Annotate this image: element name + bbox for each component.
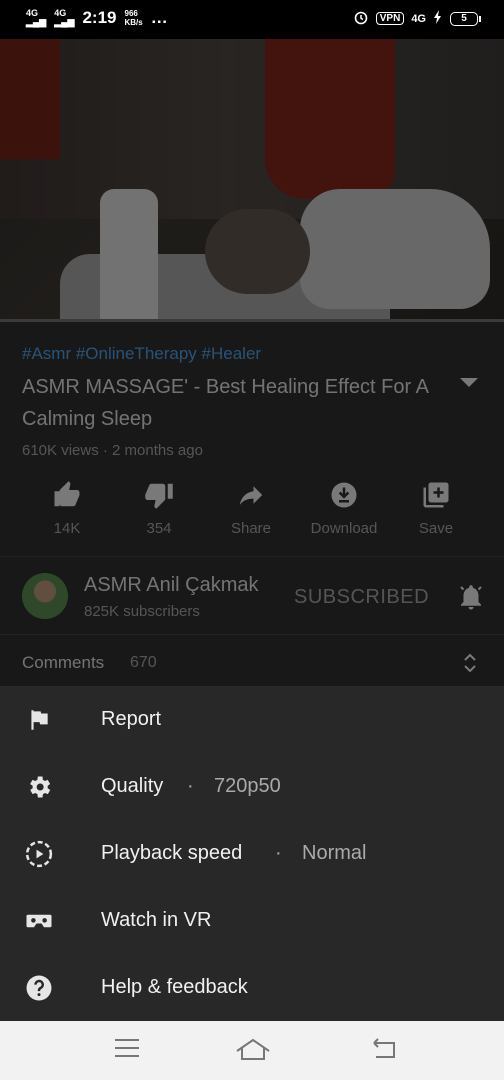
channel-avatar[interactable] [22,573,68,619]
menu-item-label: Watch in VR [101,909,212,931]
signal-1-icon: 4G ▂▄▆ [26,8,47,27]
menu-item-quality[interactable]: Quality · 720p50 [0,753,504,820]
video-player[interactable] [0,39,504,321]
menu-item-help-feedback[interactable]: Help & feedback [0,954,504,1021]
help-icon [24,973,54,1003]
download-button[interactable]: Download [298,478,390,537]
expand-description-icon[interactable] [460,378,478,387]
comments-header[interactable]: Comments 670 [0,640,504,686]
menu-item-playback-speed[interactable]: Playback speed · Normal [0,820,504,887]
status-bar: 4G ▂▄▆ 4G ▂▄▆ 2:19 966 KB/s … VPN 4G 5 [0,0,504,39]
menu-icon[interactable] [114,1037,140,1064]
save-button[interactable]: Save [390,478,482,537]
alarm-icon [353,9,369,28]
save-icon [390,478,482,512]
download-label: Download [310,520,378,537]
signal-2-icon: 4G ▂▄▆ [54,8,75,27]
menu-item-label: Report [101,708,162,730]
menu-item-report[interactable]: Report [0,686,504,753]
notification-bell-icon[interactable] [456,582,486,617]
menu-item-label: Quality [101,775,164,797]
vpn-badge: VPN [375,12,405,25]
video-title: ASMR MASSAGE' - Best Healing Effect For … [22,376,428,430]
clock: 2:19 [82,8,117,27]
separator-dot: · [187,775,194,797]
home-icon[interactable] [235,1037,271,1066]
flag-icon [24,705,54,735]
more-notifications: … [150,8,168,27]
channel-row[interactable]: ASMR Anil Çakmak 825K subscribers SUBSCR… [0,560,504,632]
separator-dot: · [275,842,282,864]
menu-item-label: Help & feedback [101,976,248,998]
save-label: Save [418,520,454,537]
expand-comments-icon[interactable] [462,652,478,679]
comments-label: Comments [22,653,105,672]
system-navigation-bar [0,1021,504,1080]
back-icon[interactable] [370,1037,398,1064]
gear-icon [24,772,54,802]
subscriber-count: 825K subscribers [84,603,200,620]
action-bar: 14K 354 Share Download Save [0,478,504,548]
like-button[interactable]: 14K [21,478,113,537]
comments-count: 670 [130,654,157,671]
network-type: 4G [411,12,426,25]
video-progress-bar[interactable] [0,319,504,322]
charging-icon [433,10,443,27]
battery-icon: 5 [450,11,481,26]
playback-speed-value: Normal [302,842,367,864]
thumb-down-icon [113,478,205,512]
share-button[interactable]: Share [205,478,297,537]
share-icon [205,478,297,512]
dislike-count: 354 [146,520,172,537]
thumb-up-icon [21,478,113,512]
subscribed-button[interactable]: SUBSCRIBED [294,586,429,609]
video-meta: 610K views · 2 months ago [22,442,203,459]
dislike-button[interactable]: 354 [113,478,205,537]
divider [0,634,504,635]
options-bottom-sheet: Report Quality · 720p50 Playback speed ·… [0,686,504,1021]
network-speed: 966 KB/s [124,9,143,27]
menu-item-label: Playback speed [101,842,243,864]
playback-speed-icon [24,839,54,869]
download-icon [298,478,390,512]
divider [0,556,504,557]
share-label: Share [230,520,272,537]
channel-name[interactable]: ASMR Anil Çakmak [84,574,259,597]
like-count: 14K [53,520,81,537]
vr-headset-icon [24,906,54,936]
hashtags[interactable]: #Asmr #OnlineTherapy #Healer [22,344,261,364]
quality-value: 720p50 [214,775,281,797]
menu-item-watch-in-vr[interactable]: Watch in VR [0,887,504,954]
